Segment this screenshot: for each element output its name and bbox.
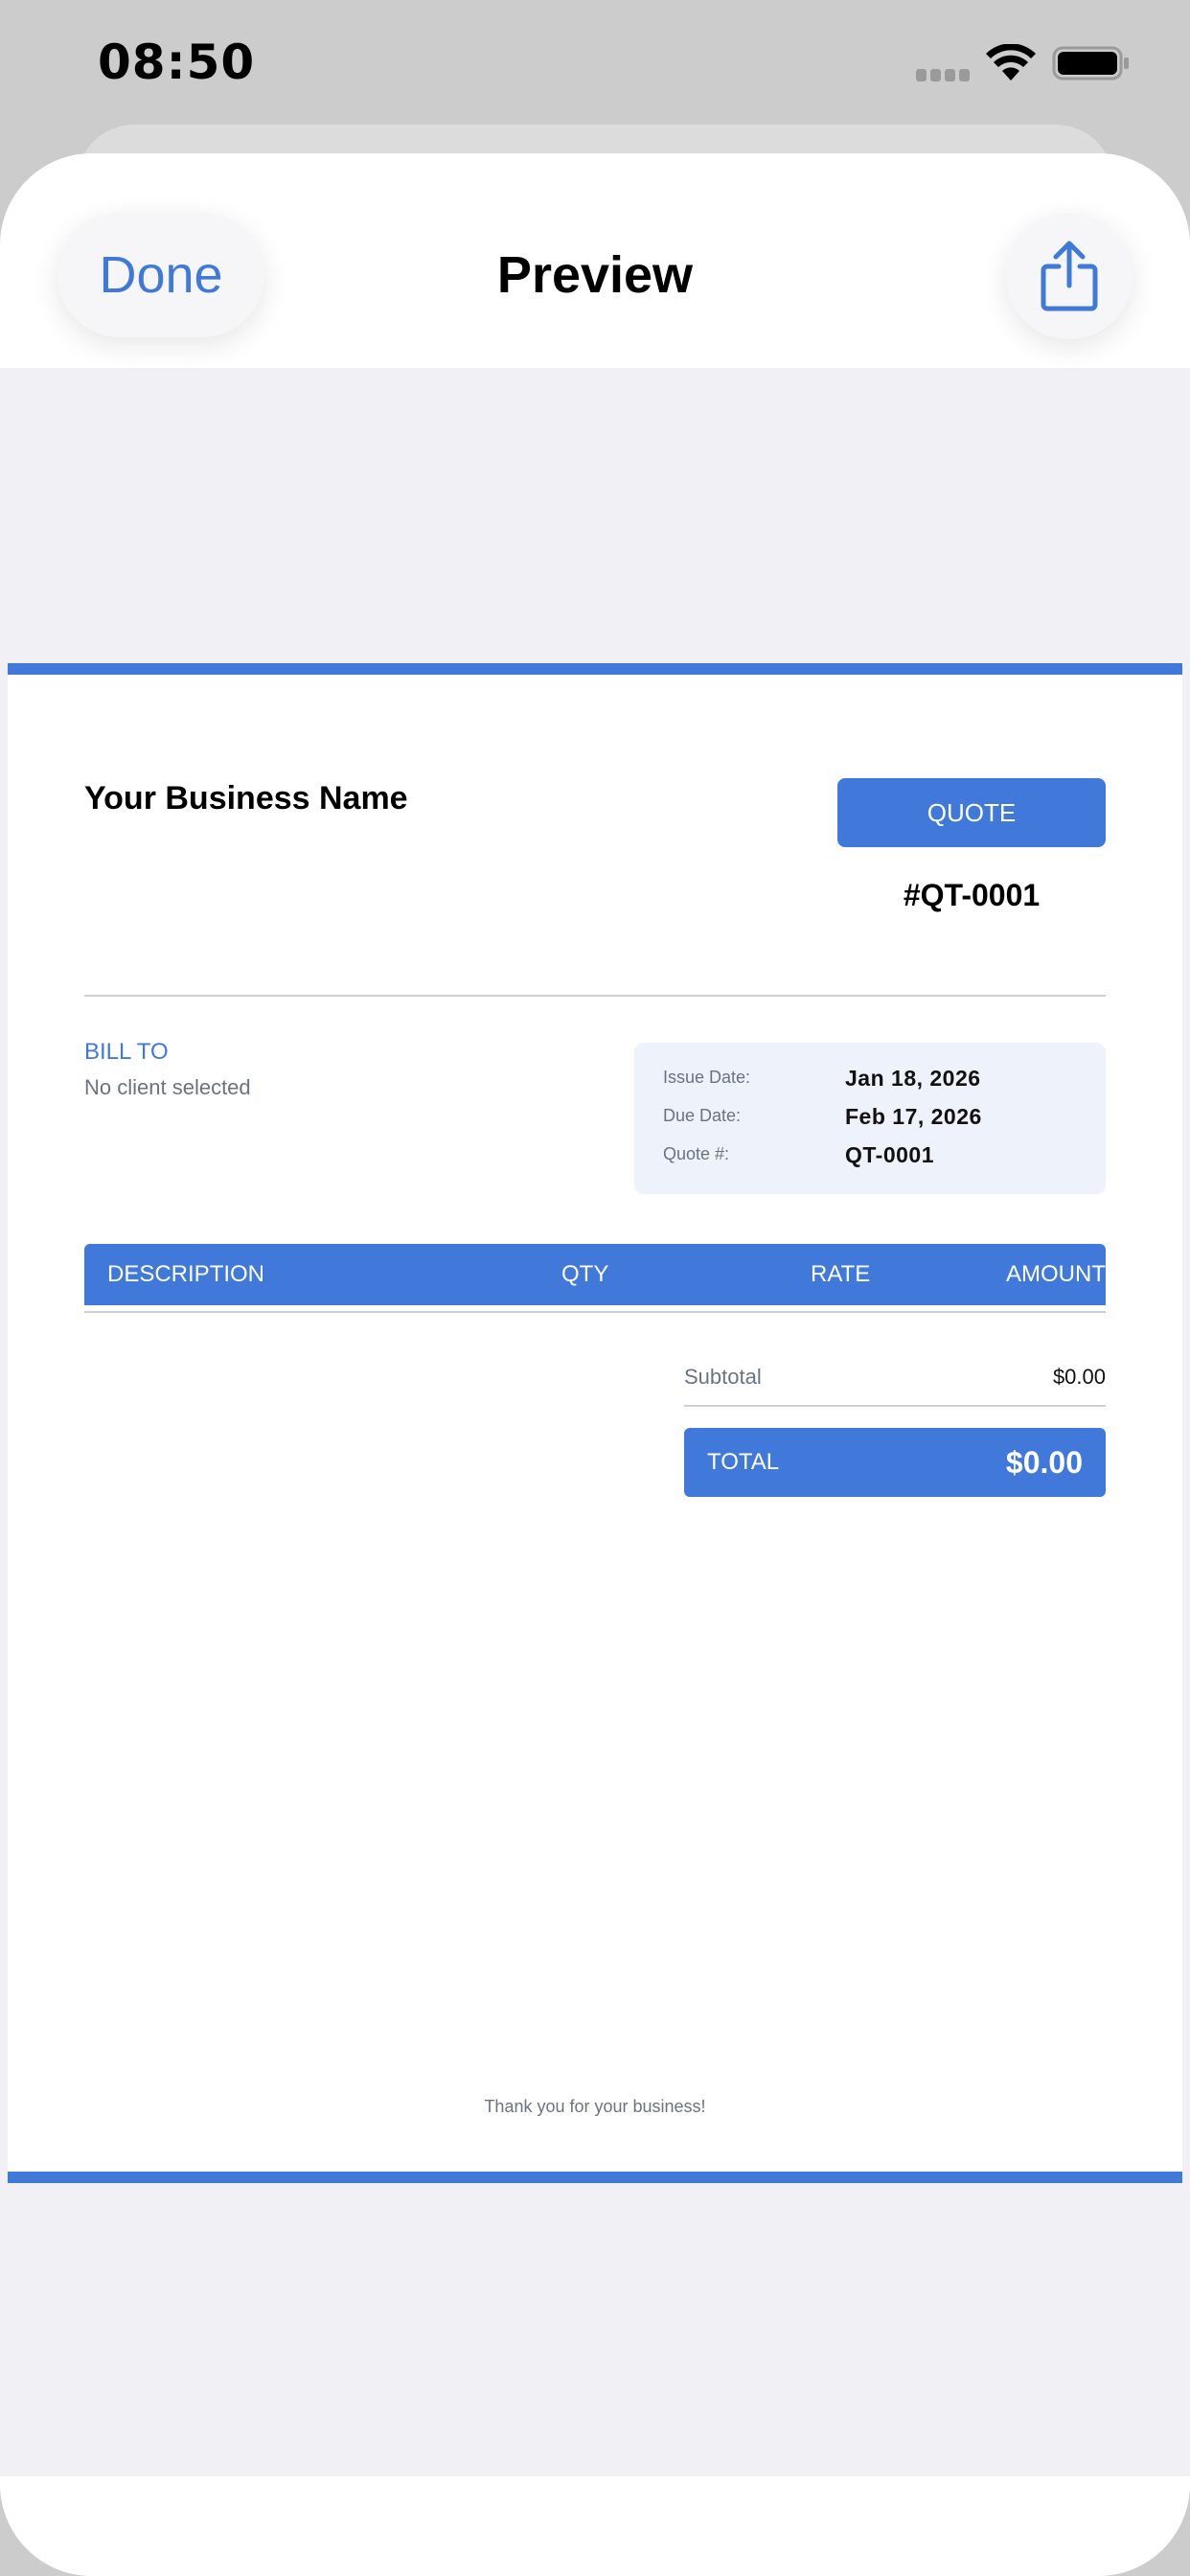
total-label: TOTAL — [707, 1449, 780, 1475]
share-icon — [1041, 241, 1098, 311]
divider — [84, 995, 1106, 997]
bill-to-value: No client selected — [84, 1075, 251, 1099]
wifi-icon — [986, 44, 1036, 80]
divider — [684, 1405, 1106, 1407]
document-meta-box: Issue Date: Jan 18, 2026 Due Date: Feb 1… — [634, 1043, 1106, 1194]
meta-value: QT-0001 — [845, 1142, 934, 1167]
share-button[interactable] — [1006, 213, 1133, 339]
document-type-badge: QUOTE — [837, 778, 1106, 847]
business-name: Your Business Name — [84, 780, 408, 816]
line-items-table-header: DESCRIPTION QTY RATE AMOUNT — [84, 1244, 1106, 1305]
meta-value: Jan 18, 2026 — [845, 1066, 981, 1091]
meta-label: Due Date: — [663, 1106, 742, 1125]
bill-to-label: BILL TO — [84, 1039, 169, 1065]
quote-number-row: Quote #: QT-0001 — [663, 1142, 1085, 1171]
issue-date-row: Issue Date: Jan 18, 2026 — [663, 1066, 1085, 1094]
quote-document: Your Business Name QUOTE #QT-0001 BILL T… — [8, 663, 1182, 2183]
column-header-amount: AMOUNT — [1006, 1261, 1106, 1287]
battery-icon — [1052, 46, 1129, 80]
divider — [84, 1311, 1106, 1313]
subtotal-value: $0.00 — [1052, 1365, 1106, 1389]
subtotal-label: Subtotal — [684, 1365, 762, 1389]
due-date-row: Due Date: Feb 17, 2026 — [663, 1104, 1085, 1133]
navigation-bar: Done Preview — [0, 153, 1190, 368]
meta-label: Quote #: — [663, 1144, 730, 1163]
column-header-description: DESCRIPTION — [107, 1261, 265, 1287]
document-number: #QT-0001 — [903, 878, 1041, 912]
meta-value: Feb 17, 2026 — [845, 1104, 982, 1129]
column-header-rate: RATE — [811, 1261, 871, 1287]
meta-label: Issue Date: — [663, 1068, 751, 1087]
total-bar: TOTAL $0.00 — [684, 1428, 1106, 1497]
sheet-bottom-area — [0, 2476, 1190, 2576]
status-time: 08:50 — [98, 34, 256, 90]
column-header-qty: QTY — [561, 1261, 609, 1287]
status-bar: 08:50 — [0, 0, 1190, 125]
total-value: $0.00 — [1005, 1445, 1083, 1480]
footer-text: Thank you for your business! — [484, 2097, 706, 2116]
cellular-signal-icon — [916, 69, 972, 82]
